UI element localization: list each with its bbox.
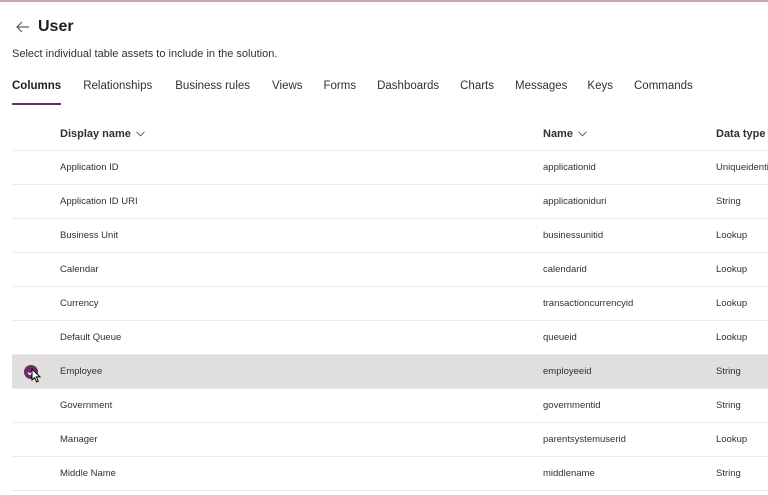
tab-dashboards[interactable]: Dashboards bbox=[377, 76, 439, 106]
tab-relationships[interactable]: Relationships bbox=[83, 76, 152, 106]
row-name: governmentid bbox=[543, 400, 601, 411]
asset-tabs: Columns Relationships Business rules Vie… bbox=[12, 76, 693, 106]
tab-messages[interactable]: Messages bbox=[515, 76, 567, 106]
tab-views[interactable]: Views bbox=[272, 76, 302, 106]
row-data-type: Lookup bbox=[716, 332, 748, 343]
table-row[interactable]: Middle Name middlename String bbox=[12, 457, 768, 491]
grid-header: Display name Name Data type bbox=[12, 117, 768, 151]
page-header: User bbox=[12, 16, 74, 38]
column-header-name[interactable]: Name bbox=[543, 128, 587, 140]
table-row[interactable]: Manager parentsystemuserid Lookup bbox=[12, 423, 768, 457]
back-button[interactable] bbox=[12, 16, 34, 38]
chevron-down-icon bbox=[578, 130, 587, 137]
tab-commands[interactable]: Commands bbox=[634, 76, 693, 106]
row-display-name: Business Unit bbox=[60, 230, 119, 241]
table-row[interactable]: Government governmentid String bbox=[12, 389, 768, 423]
row-display-name: Government bbox=[60, 400, 113, 411]
tab-charts[interactable]: Charts bbox=[460, 76, 494, 106]
columns-grid: Display name Name Data type Application … bbox=[12, 117, 768, 491]
top-border bbox=[0, 0, 768, 2]
row-name: middlename bbox=[543, 468, 595, 479]
row-data-type: Lookup bbox=[716, 230, 748, 241]
table-row[interactable]: Calendar calendarid Lookup bbox=[12, 253, 768, 287]
table-row-selected[interactable]: Employee employeeid String bbox=[12, 355, 768, 389]
row-data-type: Lookup bbox=[716, 298, 748, 309]
row-display-name: Middle Name bbox=[60, 468, 116, 479]
chevron-down-icon bbox=[136, 130, 145, 137]
row-name: applicationiduri bbox=[543, 196, 607, 207]
row-data-type: Lookup bbox=[716, 434, 748, 445]
table-row[interactable]: Application ID URI applicationiduri Stri… bbox=[12, 185, 768, 219]
row-name: transactioncurrencyid bbox=[543, 298, 634, 309]
table-row[interactable]: Default Queue queueid Lookup bbox=[12, 321, 768, 355]
tab-business-rules[interactable]: Business rules bbox=[175, 76, 250, 106]
row-display-name: Default Queue bbox=[60, 332, 122, 343]
page-title: User bbox=[38, 18, 74, 35]
mouse-cursor-icon bbox=[31, 368, 42, 383]
row-display-name: Currency bbox=[60, 298, 99, 309]
arrow-left-icon bbox=[16, 21, 29, 33]
table-row[interactable]: Currency transactioncurrencyid Lookup bbox=[12, 287, 768, 321]
tab-columns[interactable]: Columns bbox=[12, 76, 62, 106]
column-header-data-type[interactable]: Data type bbox=[716, 128, 766, 140]
row-display-name: Manager bbox=[60, 434, 98, 445]
table-row[interactable]: Business Unit businessunitid Lookup bbox=[12, 219, 768, 253]
row-data-type: String bbox=[716, 400, 741, 411]
column-header-display-name[interactable]: Display name bbox=[60, 128, 145, 140]
row-data-type: Lookup bbox=[716, 264, 748, 275]
row-name: queueid bbox=[543, 332, 577, 343]
row-display-name: Application ID URI bbox=[60, 196, 138, 207]
row-name: calendarid bbox=[543, 264, 587, 275]
row-data-type: String bbox=[716, 468, 741, 479]
page-subtitle: Select individual table assets to includ… bbox=[12, 48, 278, 60]
row-data-type: String bbox=[716, 196, 741, 207]
tab-forms[interactable]: Forms bbox=[324, 76, 357, 106]
row-display-name: Employee bbox=[60, 366, 103, 377]
row-name: parentsystemuserid bbox=[543, 434, 626, 445]
row-name: employeeid bbox=[543, 366, 592, 377]
row-name: applicationid bbox=[543, 162, 596, 173]
row-data-type: String bbox=[716, 366, 741, 377]
tab-keys[interactable]: Keys bbox=[587, 76, 613, 106]
row-name: businessunitid bbox=[543, 230, 604, 241]
row-data-type: Uniqueidentifier bbox=[716, 162, 768, 173]
table-row[interactable]: Application ID applicationid Uniqueident… bbox=[12, 151, 768, 185]
row-display-name: Calendar bbox=[60, 264, 99, 275]
row-display-name: Application ID bbox=[60, 162, 119, 173]
